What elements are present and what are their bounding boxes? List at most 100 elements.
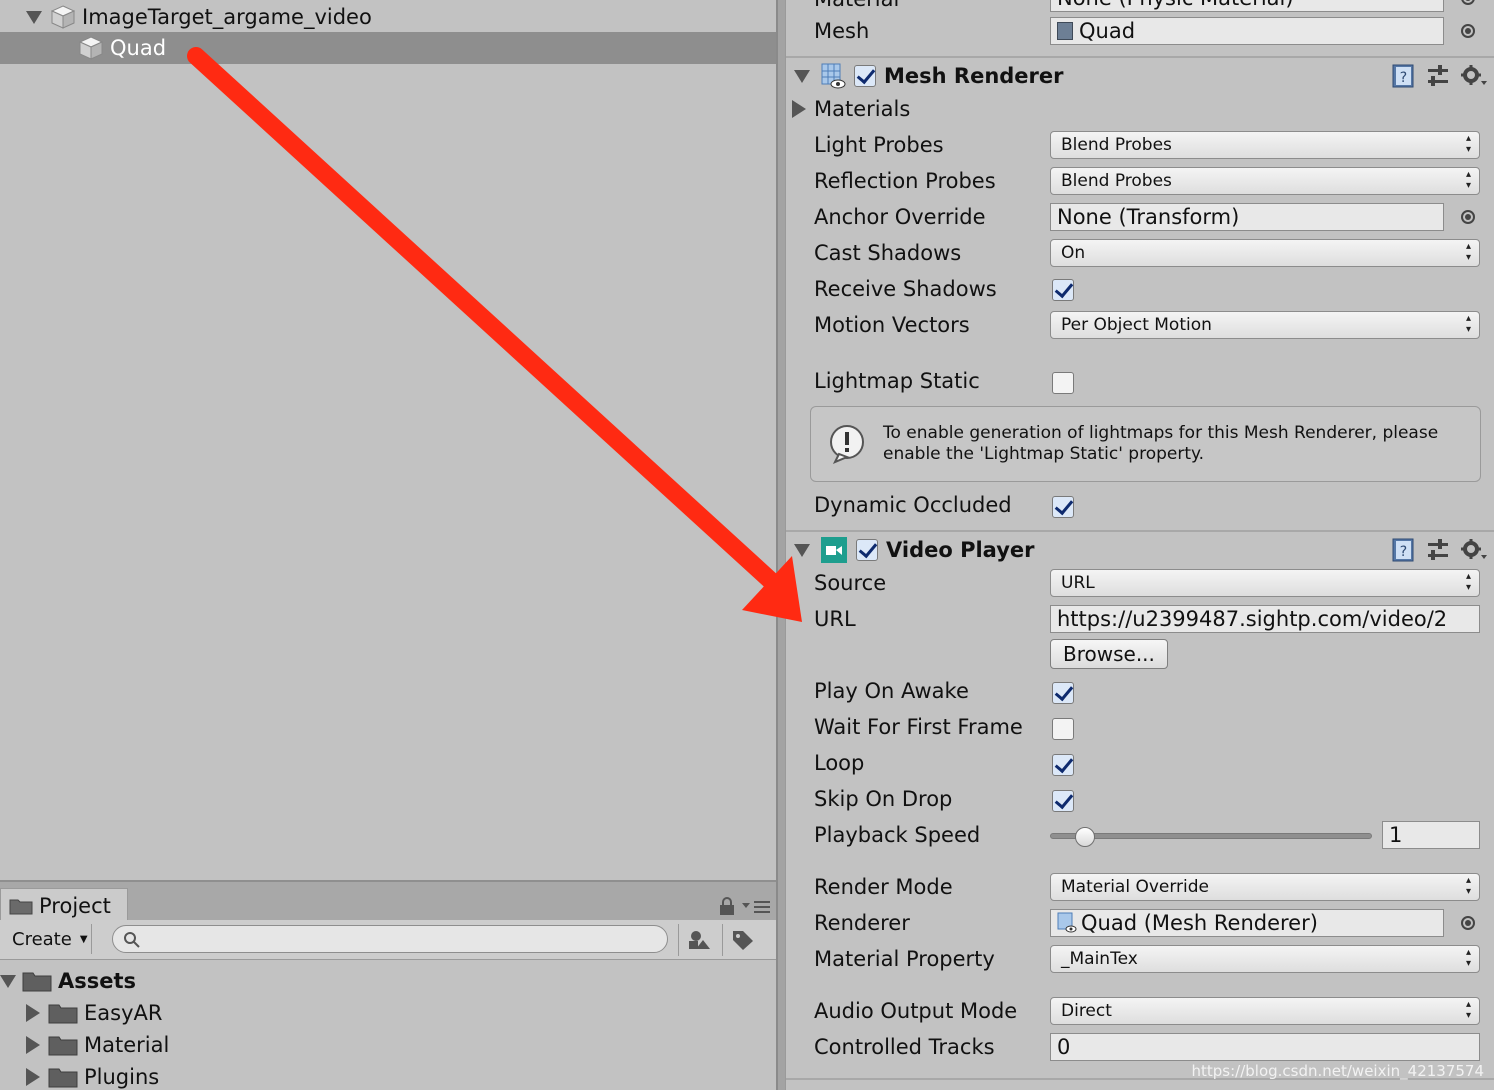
mesh-renderer-enabled-checkbox[interactable] xyxy=(854,65,876,87)
lightmap-help-box: To enable generation of lightmaps for th… xyxy=(810,406,1481,482)
component-header-mesh-renderer[interactable]: Mesh Renderer ? xyxy=(786,56,1494,94)
prop-label-receive-shadows: Receive Shadows xyxy=(814,277,997,301)
prop-label-materials[interactable]: Materials xyxy=(814,94,910,124)
render-mode-dropdown[interactable]: Material Override xyxy=(1050,873,1480,901)
controlled-tracks-input[interactable]: 0 xyxy=(1050,1033,1480,1061)
hierarchy-item-quad[interactable]: Quad xyxy=(0,32,776,64)
project-search-input[interactable] xyxy=(112,925,668,953)
source-dropdown[interactable]: URL xyxy=(1050,569,1480,597)
mesh-object-field[interactable]: Quad xyxy=(1050,17,1444,45)
foldout-expanded-icon[interactable] xyxy=(0,974,16,988)
hierarchy-panel: ImageTarget_argame_video Quad xyxy=(0,0,776,880)
preset-sliders-icon[interactable] xyxy=(1426,64,1450,88)
filter-by-label-button[interactable] xyxy=(722,924,762,956)
create-button[interactable]: Create ▼ xyxy=(4,924,92,954)
browse-button[interactable]: Browse... xyxy=(1050,639,1168,669)
renderer-value: Quad (Mesh Renderer) xyxy=(1081,911,1318,935)
object-picker-icon[interactable] xyxy=(1461,210,1475,224)
prop-label-renderer: Renderer xyxy=(814,911,910,935)
playback-speed-input[interactable]: 1 xyxy=(1382,821,1480,849)
tab-project[interactable]: Project xyxy=(0,888,128,922)
anchor-override-field[interactable]: None (Transform) xyxy=(1050,203,1444,231)
light-probes-dropdown[interactable]: Blend Probes xyxy=(1050,131,1480,159)
mesh-value: Quad xyxy=(1079,19,1136,43)
project-item-material[interactable]: Material xyxy=(26,1029,169,1061)
prop-label-url: URL xyxy=(814,607,856,631)
object-picker-icon[interactable] xyxy=(1461,24,1475,38)
help-text-line: To enable generation of lightmaps for th… xyxy=(883,423,1439,443)
hierarchy-item-label: ImageTarget_argame_video xyxy=(82,5,372,29)
prop-label-reflection-probes: Reflection Probes xyxy=(814,169,996,193)
filter-type-icon xyxy=(688,931,710,949)
prop-label-mesh: Mesh xyxy=(814,19,870,43)
foldout-collapsed-icon[interactable] xyxy=(26,1004,40,1022)
help-book-icon[interactable]: ? xyxy=(1390,63,1416,89)
playback-speed-slider-track[interactable] xyxy=(1050,833,1372,839)
cast-shadows-dropdown[interactable]: On xyxy=(1050,239,1480,267)
folder-icon xyxy=(22,972,52,992)
video-player-enabled-checkbox[interactable] xyxy=(856,539,878,561)
renderer-object-field[interactable]: Quad (Mesh Renderer) xyxy=(1050,909,1444,937)
prop-label-motion-vectors: Motion Vectors xyxy=(814,313,970,337)
project-item-label: Assets xyxy=(58,969,137,993)
project-tabbar: Project xyxy=(0,880,776,922)
foldout-collapsed-icon[interactable] xyxy=(792,100,806,118)
play-on-awake-checkbox[interactable] xyxy=(1052,682,1074,704)
foldout-collapsed-icon[interactable] xyxy=(26,1068,40,1086)
motion-vectors-dropdown[interactable]: Per Object Motion xyxy=(1050,311,1480,339)
loop-checkbox[interactable] xyxy=(1052,754,1074,776)
mesh-field[interactable]: Quad xyxy=(1050,17,1444,45)
foldout-expanded-icon[interactable] xyxy=(794,543,810,557)
material-property-dropdown[interactable]: _MainTex xyxy=(1050,945,1480,973)
project-toolbar: Create ▼ xyxy=(0,920,776,960)
prop-label-light-probes: Light Probes xyxy=(814,133,944,157)
component-header-icons: ? xyxy=(1390,63,1488,89)
object-picker-icon[interactable] xyxy=(1461,916,1475,930)
help-book-icon[interactable]: ? xyxy=(1390,537,1416,563)
watermark-text: https://blog.csdn.net/weixin_42137574 xyxy=(1191,1062,1484,1080)
url-input[interactable]: https://u2399487.sightp.com/video/2 xyxy=(1050,605,1480,633)
wait-first-frame-checkbox[interactable] xyxy=(1052,718,1074,740)
prop-label-anchor-override: Anchor Override xyxy=(814,205,986,229)
foldout-collapsed-icon[interactable] xyxy=(26,1036,40,1054)
component-header-icons: ? xyxy=(1390,537,1488,563)
prop-label-cast-shadows: Cast Shadows xyxy=(814,241,962,265)
preset-sliders-icon[interactable] xyxy=(1426,538,1450,562)
mesh-renderer-icon xyxy=(821,63,846,89)
component-header-video-player[interactable]: Video Player ? xyxy=(786,530,1494,568)
dynamic-occluded-checkbox[interactable] xyxy=(1052,496,1074,518)
prop-label-material: Material xyxy=(814,0,899,14)
project-item-plugins[interactable]: Plugins xyxy=(26,1061,159,1090)
lock-icon[interactable] xyxy=(718,896,736,916)
skip-on-drop-checkbox[interactable] xyxy=(1052,790,1074,812)
gear-icon[interactable] xyxy=(1460,538,1488,562)
project-item-label: Plugins xyxy=(84,1065,160,1089)
gameobject-cube-icon xyxy=(50,5,76,29)
playback-speed-slider-handle[interactable] xyxy=(1075,827,1096,847)
object-picker-icon[interactable] xyxy=(1461,0,1475,5)
create-button-label: Create xyxy=(12,928,72,950)
panel-menu-icon[interactable] xyxy=(742,900,772,914)
help-text: To enable generation of lightmaps for th… xyxy=(883,423,1438,465)
folder-icon xyxy=(9,899,33,914)
foldout-expanded-icon[interactable] xyxy=(26,10,42,24)
component-title: Mesh Renderer xyxy=(884,64,1064,88)
receive-shadows-checkbox[interactable] xyxy=(1052,279,1074,301)
panel-splitter[interactable] xyxy=(776,0,786,1090)
folder-icon xyxy=(48,1036,78,1056)
help-text-line: enable the 'Lightmap Static' property. xyxy=(883,444,1205,464)
material-object-field[interactable]: None (Physic Material) xyxy=(1050,0,1444,12)
audio-output-mode-dropdown[interactable]: Direct xyxy=(1050,997,1480,1025)
prop-label-play-on-awake: Play On Awake xyxy=(814,679,969,703)
lightmap-static-checkbox[interactable] xyxy=(1052,372,1074,394)
svg-text:?: ? xyxy=(1400,70,1407,86)
project-item-assets[interactable]: Assets xyxy=(0,965,136,997)
filter-by-type-button[interactable] xyxy=(678,924,718,956)
reflection-probes-dropdown[interactable]: Blend Probes xyxy=(1050,167,1480,195)
project-item-easyar[interactable]: EasyAR xyxy=(26,997,162,1029)
prop-label-lightmap-static: Lightmap Static xyxy=(814,369,980,393)
foldout-expanded-icon[interactable] xyxy=(794,69,810,83)
material-field[interactable]: None (Physic Material) xyxy=(1050,0,1444,12)
gear-icon[interactable] xyxy=(1460,64,1488,88)
hierarchy-item-imagetarget[interactable]: ImageTarget_argame_video xyxy=(0,1,776,33)
